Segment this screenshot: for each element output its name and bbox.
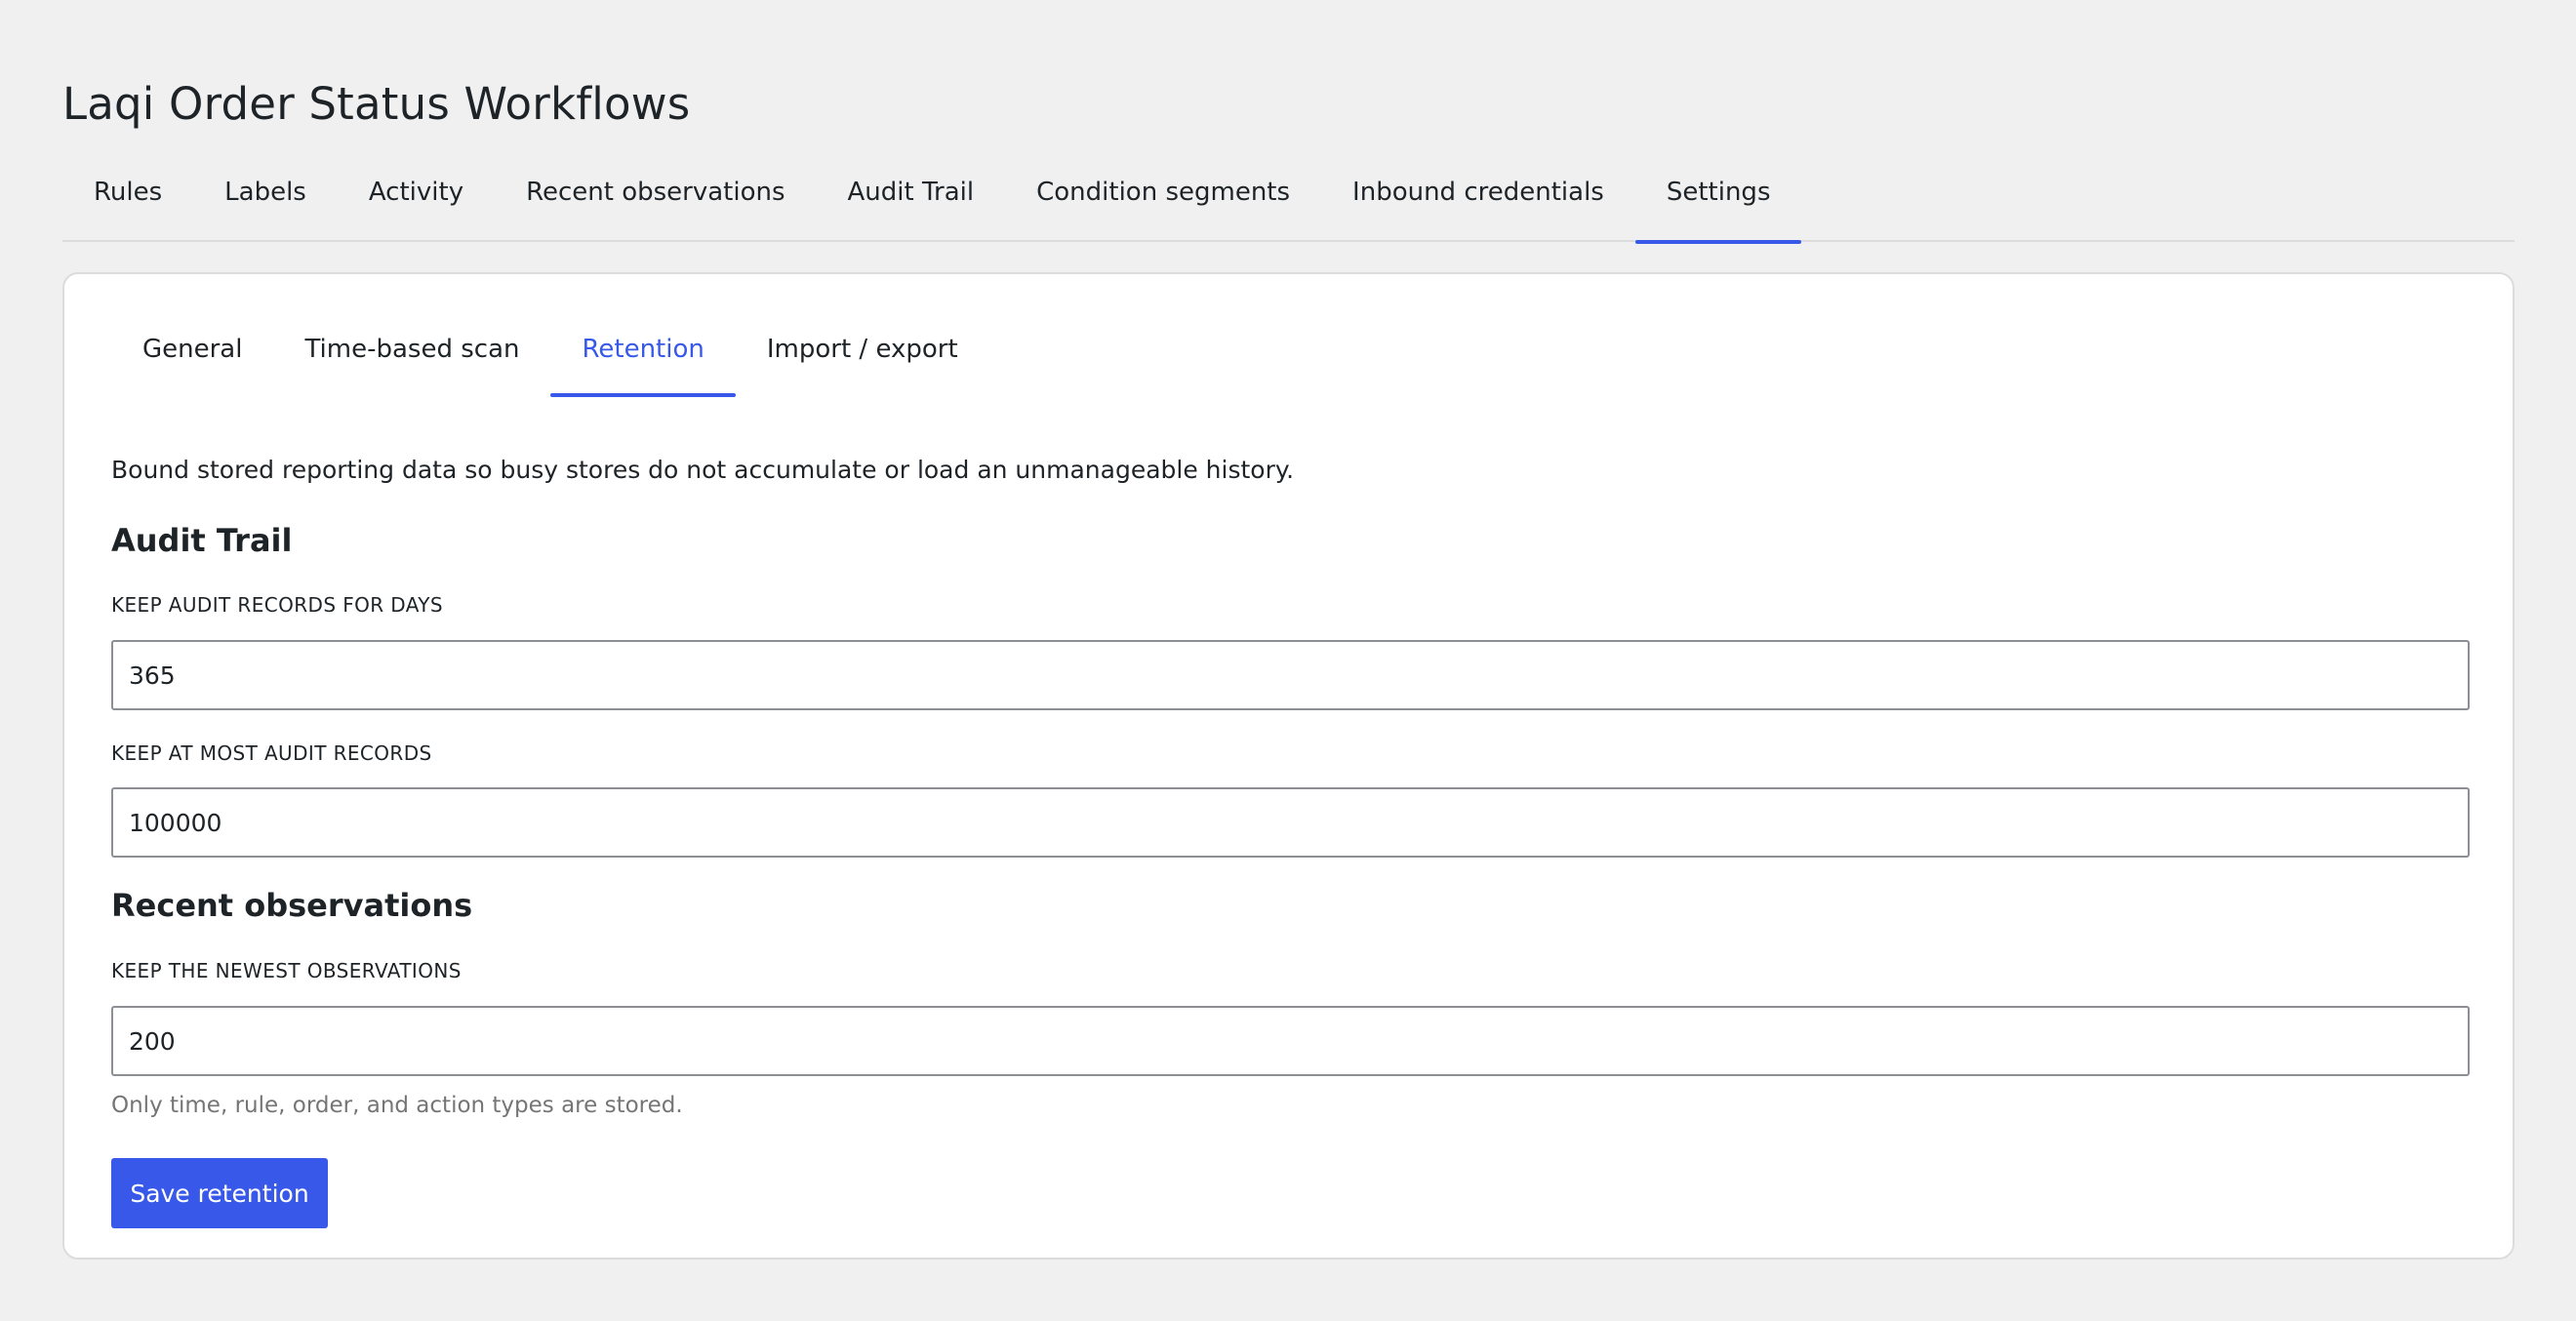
tab-labels[interactable]: Labels — [193, 156, 338, 242]
tab-activity[interactable]: Activity — [338, 156, 495, 242]
save-retention-button[interactable]: Save retention — [111, 1158, 328, 1228]
settings-sub-tab-bar: General Time-based scan Retention Import… — [111, 313, 989, 397]
subtab-import-export[interactable]: Import / export — [736, 313, 989, 397]
tab-inbound-credentials[interactable]: Inbound credentials — [1321, 156, 1635, 242]
tab-settings[interactable]: Settings — [1634, 156, 1802, 244]
main-tab-bar: Rules Labels Activity Recent observation… — [62, 156, 2515, 244]
recent-observations-heading: Recent observations — [111, 887, 473, 924]
subtab-retention[interactable]: Retention — [550, 313, 737, 397]
tab-recent-observations[interactable]: Recent observations — [495, 156, 816, 242]
obs-help-text: Only time, rule, order, and action types… — [111, 1093, 683, 1118]
obs-newest-label: KEEP THE NEWEST OBSERVATIONS — [111, 959, 462, 982]
retention-intro: Bound stored reporting data so busy stor… — [111, 456, 1295, 484]
subtab-time-based-scan[interactable]: Time-based scan — [273, 313, 550, 397]
audit-max-label: KEEP AT MOST AUDIT RECORDS — [111, 741, 432, 765]
audit-trail-heading: Audit Trail — [111, 522, 293, 559]
tab-rules[interactable]: Rules — [62, 156, 193, 242]
settings-card: General Time-based scan Retention Import… — [62, 272, 2515, 1260]
page-title: Laqi Order Status Workflows — [62, 78, 691, 130]
audit-days-label: KEEP AUDIT RECORDS FOR DAYS — [111, 593, 443, 617]
audit-max-input[interactable] — [111, 787, 2470, 858]
obs-newest-input[interactable] — [111, 1006, 2470, 1076]
audit-days-input[interactable] — [111, 640, 2470, 710]
tab-audit-trail[interactable]: Audit Trail — [817, 156, 1006, 242]
subtab-general[interactable]: General — [111, 313, 273, 397]
tab-condition-segments[interactable]: Condition segments — [1005, 156, 1321, 242]
